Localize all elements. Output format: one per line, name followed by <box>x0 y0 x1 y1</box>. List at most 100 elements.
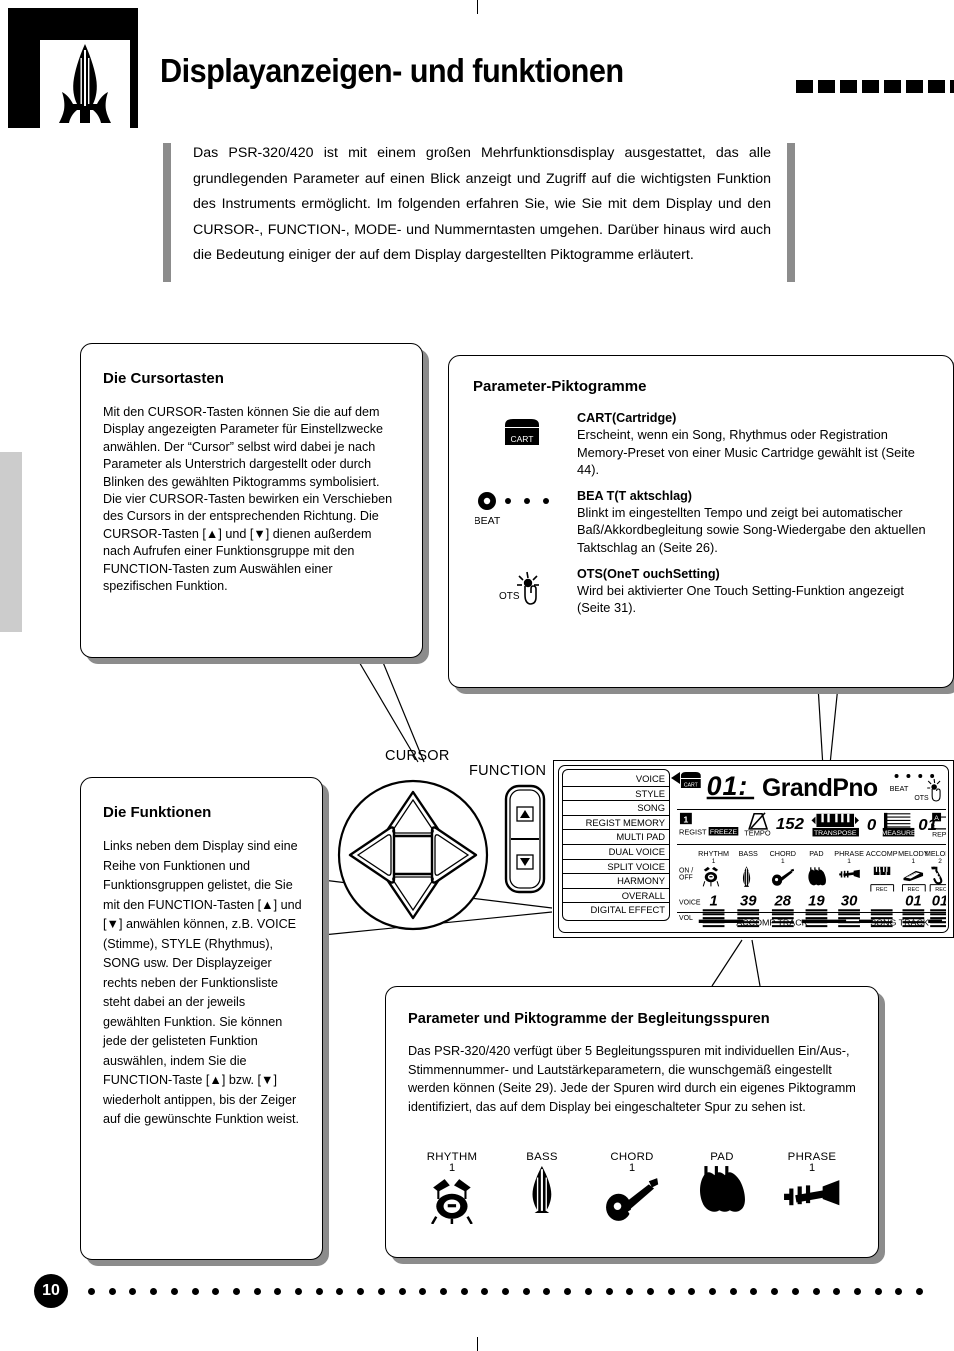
lcd-beat-label: BEAT <box>890 784 909 793</box>
lcd-freeze-label: FREEZE <box>710 829 738 836</box>
cartridge-icon-label: CART <box>511 434 534 444</box>
svg-text:1: 1 <box>712 858 716 865</box>
tracks-box-text: Das PSR-320/420 verfügt über 5 Begleitun… <box>408 1044 856 1114</box>
lcd-function-item-style[interactable]: STYLE <box>563 787 669 802</box>
lcd-voice-value-melody2: 01 <box>932 893 946 909</box>
tracks-box-heading: Parameter und Piktogramme der Begleitung… <box>408 1011 770 1027</box>
param-callout-box: Parameter-Piktogramme CART CART(Cartridg… <box>448 355 954 688</box>
lcd-accomp-track-label: ACCOMP TRACK <box>736 917 807 927</box>
param-item-beat: BEAT BEA T(T aktschlag) Blinkt im einges… <box>473 489 939 557</box>
lcd-onoff-label-2: OFF <box>679 875 693 882</box>
lcd-rec-label: REC <box>876 887 888 893</box>
lcd-repeat-label: REPEAT <box>932 832 946 839</box>
lcd-track-bar-svg: ACCOMP TRACK SONG TRACK <box>698 917 943 927</box>
lcd-metronome-icon <box>748 812 769 830</box>
lcd-voice-value-melody1: 01 <box>905 893 922 909</box>
param-item-title: OTS(OneT ouchSetting) <box>577 566 720 581</box>
lcd-repeat-icon: A B <box>931 812 946 830</box>
param-item-desc: Erscheint, wenn ein Song, Rhythmus oder … <box>577 427 915 478</box>
cursor-callout-box: Die Cursortasten Mit den CURSOR-Tasten k… <box>80 343 423 658</box>
lcd-voice-row-label: VOICE <box>679 899 701 906</box>
track-legend-label: PAD <box>710 1151 734 1163</box>
lcd-function-item-dual-voice[interactable]: DUAL VOICE <box>563 845 669 860</box>
cursor-box-heading: Die Cursortasten <box>103 370 224 387</box>
lcd-function-item-multi-pad[interactable]: MULTI PAD <box>563 830 669 845</box>
track-legend-pad: PAD <box>687 1151 757 1229</box>
lcd-tempo-value: 152 <box>776 815 804 833</box>
lcd-transpose-icon <box>811 813 859 827</box>
upright-bass-icon <box>532 1166 552 1213</box>
lcd-col-label-chord: CHORD <box>770 849 796 858</box>
lcd-function-item-overall[interactable]: OVERALL <box>563 889 669 904</box>
track-legend-rhythm: RHYTHM 1 <box>417 1151 487 1229</box>
lcd-function-item-harmony[interactable]: HARMONY <box>563 874 669 889</box>
lcd-tempo-label: TEMPO <box>744 829 771 838</box>
lcd-track-bar: ACCOMP TRACK SONG TRACK <box>677 912 946 930</box>
cursor-pad[interactable] <box>336 778 491 933</box>
lcd-rec-label: REC <box>935 887 946 893</box>
svg-text:1: 1 <box>912 858 916 865</box>
lcd-function-list: VOICE STYLE SONG REGIST MEMORY MULTI PAD… <box>562 769 670 921</box>
lcd-voice-name: GrandPno <box>762 774 878 802</box>
upright-bass-icon <box>742 866 751 887</box>
lcd-voice-value-pad: 19 <box>808 893 825 909</box>
param-item-desc: Wird bei aktivierter One Touch Setting-F… <box>577 582 904 616</box>
drumkit-icon <box>431 1179 473 1225</box>
lcd-regist-number: 1 <box>683 814 688 824</box>
drumkit-icon <box>702 866 720 887</box>
strings-icon <box>699 1166 745 1212</box>
track-legend-phrase: PHRASE 1 <box>777 1151 847 1229</box>
track-icon-legend: RHYTHM 1 BASS CHORD 1 PAD PHRASE 1 <box>386 1151 878 1229</box>
track-legend-number: 1 <box>448 1162 456 1174</box>
lcd-voice-value-bass: 39 <box>740 893 757 909</box>
cursor-box-text: Mit den CURSOR-Tasten können Sie die auf… <box>103 405 393 594</box>
beat-dots-icon: BEAT <box>473 489 577 557</box>
svg-text:CART: CART <box>684 782 699 788</box>
saxophone-icon <box>931 866 943 885</box>
tracks-callout-box: Parameter und Piktogramme der Begleitung… <box>385 986 879 1258</box>
track-legend-label: BASS <box>526 1151 558 1163</box>
beat-icon-label: BEAT <box>475 515 501 527</box>
strings-icon <box>808 867 826 886</box>
lcd-function-item-digital-effect[interactable]: DIGITAL EFFECT <box>563 903 669 918</box>
param-item-title: CART(Cartridge) <box>577 411 677 425</box>
funktionen-box-heading: Die Funktionen <box>103 804 212 821</box>
lcd-content-area: CART 01: GrandPno BEAT OTS 1 REGIST FREE… <box>677 769 946 930</box>
lcd-voice-value-phrase: 30 <box>841 893 858 909</box>
lcd-measure-icon <box>883 812 911 828</box>
lcd-transpose-label: TRANSPOSE <box>814 830 857 837</box>
lcd-voice-number: 01: <box>707 771 749 801</box>
lcd-voice-value-chord: 28 <box>774 893 792 909</box>
piano-icon <box>903 870 924 882</box>
lcd-function-item-split-voice[interactable]: SPLIT VOICE <box>563 860 669 875</box>
ots-hand-icon: OTS <box>473 567 577 618</box>
track-legend-bass: BASS <box>507 1151 577 1229</box>
trumpet-icon <box>839 869 860 879</box>
electric-guitar-icon <box>605 1178 659 1221</box>
lcd-voice-value-rhythm: 1 <box>709 893 717 909</box>
trumpet-icon <box>783 1180 840 1206</box>
funktionen-callout-box: Die Funktionen Links neben dem Display s… <box>80 777 323 1260</box>
param-item-cart: CART CART(Cartridge) Erscheint, wenn ein… <box>473 411 939 479</box>
track-legend-number: 1 <box>808 1162 816 1174</box>
lcd-transpose-value: 0 <box>867 816 876 834</box>
lcd-cart-icon: CART <box>680 772 701 789</box>
lcd-function-item-regist-memory[interactable]: REGIST MEMORY <box>563 816 669 831</box>
track-legend-number: 1 <box>628 1162 636 1174</box>
lcd-ots-label: OTS <box>914 795 929 802</box>
lcd-function-item-song[interactable]: SONG <box>563 801 669 816</box>
param-box-heading: Parameter-Piktogramme <box>473 378 647 395</box>
lcd-function-item-voice[interactable]: VOICE <box>563 772 669 787</box>
lcd-voice-row: CART 01: GrandPno BEAT OTS <box>680 771 941 802</box>
cursor-pad-label: CURSOR <box>385 748 450 764</box>
function-down-button <box>516 854 534 870</box>
function-up-button <box>516 806 534 822</box>
function-buttons[interactable] <box>503 783 547 895</box>
lcd-col-label-rhythm: RHYTHM <box>698 849 729 858</box>
lcd-measure-label: MEASURE <box>881 830 916 837</box>
lcd-rec-label: REC <box>908 887 920 893</box>
svg-text:A: A <box>934 815 939 822</box>
svg-text:2: 2 <box>938 858 942 865</box>
svg-text:1: 1 <box>847 858 851 865</box>
lcd-status-row: 1 REGIST FREEZE TEMPO 152 TRANSPOSE 0 ME… <box>677 809 946 845</box>
